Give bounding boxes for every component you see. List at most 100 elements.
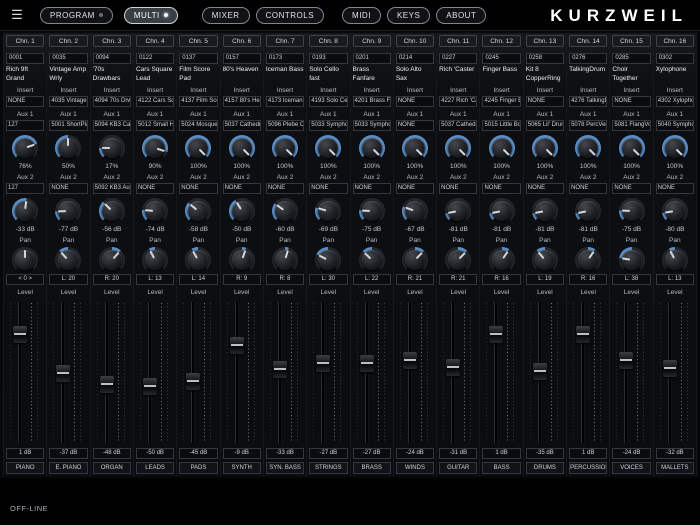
insert-value[interactable]: 4193 Solo Cell (309, 96, 348, 107)
category-label[interactable]: PIANO (6, 462, 45, 474)
channel-label[interactable]: Chn. 3 (92, 35, 131, 47)
aux1-value[interactable]: 5096 Plebe Ch (265, 120, 305, 131)
channel-label[interactable]: Chn. 8 (309, 35, 348, 47)
program-name[interactable]: '70s Drawbars (93, 66, 131, 83)
aux1-send-knob[interactable] (185, 135, 212, 161)
category-label[interactable]: BRASS (352, 462, 391, 474)
program-name[interactable]: Rich 9ft Grand (6, 66, 44, 83)
insert-value[interactable]: 4122 Cars Squ (135, 96, 175, 107)
pan-knob[interactable] (661, 247, 688, 273)
mixer-button[interactable]: MIXER (201, 6, 250, 24)
aux2-send-knob[interactable] (488, 198, 515, 224)
aux2-value[interactable]: NONE (655, 183, 694, 194)
pan-value[interactable]: R: 8 (265, 274, 305, 285)
pan-knob[interactable] (272, 247, 299, 273)
level-fader[interactable] (267, 300, 303, 445)
level-fader[interactable] (397, 300, 433, 445)
multi-button[interactable]: MULTI (123, 6, 178, 24)
pan-knob[interactable] (531, 247, 558, 273)
aux1-send-knob[interactable] (531, 135, 558, 161)
program-id[interactable]: 0157 (222, 53, 261, 64)
pan-knob[interactable] (228, 247, 255, 273)
category-label[interactable]: SYNTH (222, 462, 261, 474)
program-name[interactable]: Kit 8 CopperRing (526, 66, 564, 83)
program-id[interactable]: 0094 (92, 53, 131, 64)
program-name[interactable]: TalkingDrum (569, 66, 607, 83)
aux2-send-knob[interactable] (228, 198, 255, 224)
pan-value[interactable]: L: 30 (309, 274, 348, 285)
aux1-send-knob[interactable] (142, 135, 169, 161)
insert-value[interactable]: 4245 Finger B (482, 96, 521, 107)
aux2-value[interactable]: NONE (482, 183, 521, 194)
fader-handle[interactable] (576, 326, 591, 344)
category-label[interactable]: VOICES (612, 462, 651, 474)
program-id[interactable]: 0201 (352, 53, 391, 64)
program-id[interactable]: 0258 (525, 53, 565, 64)
aux1-send-knob[interactable] (575, 135, 602, 161)
program-id[interactable]: 0285 (612, 53, 651, 64)
aux2-value[interactable]: NONE (179, 183, 218, 194)
pan-knob[interactable] (142, 247, 169, 273)
aux2-value[interactable]: NONE (135, 183, 175, 194)
level-fader[interactable] (657, 300, 693, 445)
aux1-value[interactable]: NONE (395, 120, 435, 131)
insert-value[interactable]: 4201 Brass Fa (352, 96, 391, 107)
level-fader[interactable] (483, 300, 519, 445)
pan-value[interactable]: L: 22 (352, 274, 391, 285)
aux2-value[interactable]: NONE (439, 183, 478, 194)
aux1-send-knob[interactable] (228, 135, 255, 161)
aux1-send-knob[interactable] (315, 135, 342, 161)
level-fader[interactable] (180, 300, 216, 445)
channel-label[interactable]: Chn. 7 (265, 35, 305, 47)
pan-value[interactable]: R: 20 (92, 274, 131, 285)
aux2-value[interactable]: 127 (6, 183, 45, 194)
insert-value[interactable]: NONE (612, 96, 651, 107)
program-id[interactable]: 0193 (309, 53, 348, 64)
channel-label[interactable]: Chn. 9 (352, 35, 391, 47)
level-fader[interactable] (137, 300, 173, 445)
aux2-send-knob[interactable] (575, 198, 602, 224)
fader-handle[interactable] (186, 373, 201, 391)
category-label[interactable]: MALLETS (655, 462, 694, 474)
channel-label[interactable]: Chn. 10 (395, 35, 435, 47)
keys-button[interactable]: KEYS (386, 6, 431, 24)
program-name[interactable]: Finger Bass (482, 66, 520, 83)
aux2-send-knob[interactable] (445, 198, 472, 224)
program-name[interactable]: Solo Cello fast (309, 66, 347, 83)
level-fader[interactable] (50, 300, 86, 445)
fader-track[interactable] (234, 302, 239, 443)
aux1-value[interactable]: 127 (6, 120, 45, 131)
pan-value[interactable]: R: 16 (482, 274, 521, 285)
program-id[interactable]: 0245 (482, 53, 521, 64)
aux2-send-knob[interactable] (401, 198, 428, 224)
aux1-send-knob[interactable] (618, 135, 645, 161)
insert-value[interactable]: 4173 Iceman (265, 96, 305, 107)
channel-label[interactable]: Chn. 16 (655, 35, 694, 47)
program-id[interactable]: 0173 (265, 53, 305, 64)
channel-label[interactable]: Chn. 12 (482, 35, 521, 47)
pan-value[interactable]: R: 9 (222, 274, 261, 285)
midi-button[interactable]: MIDI (342, 6, 381, 24)
category-label[interactable]: ORGAN (92, 462, 131, 474)
aux1-send-knob[interactable] (401, 135, 428, 161)
menu-icon[interactable]: ☰ (8, 7, 26, 23)
aux1-send-knob[interactable] (272, 135, 299, 161)
aux2-send-knob[interactable] (142, 198, 169, 224)
aux1-value[interactable]: 5078 PercVerb (569, 120, 608, 131)
channel-label[interactable]: Chn. 5 (179, 35, 218, 47)
program-id[interactable]: 0122 (135, 53, 175, 64)
aux1-send-knob[interactable] (488, 135, 515, 161)
aux2-value[interactable]: NONE (525, 183, 565, 194)
level-fader[interactable] (570, 300, 606, 445)
fader-handle[interactable] (446, 358, 461, 376)
fader-handle[interactable] (13, 326, 27, 344)
aux1-value[interactable]: 5094 KB3 Cab (92, 120, 131, 131)
program-name[interactable]: Cars Square Lead (136, 66, 174, 83)
program-name[interactable]: Rich 'Caster (439, 66, 477, 83)
insert-value[interactable]: NONE (6, 96, 45, 107)
program-name[interactable]: Iceman Bass (266, 66, 304, 83)
aux2-value[interactable]: 5092 KB3 Aux (92, 183, 131, 194)
fader-handle[interactable] (532, 362, 547, 380)
category-label[interactable]: E. PIANO (49, 462, 88, 474)
fader-handle[interactable] (662, 359, 677, 377)
